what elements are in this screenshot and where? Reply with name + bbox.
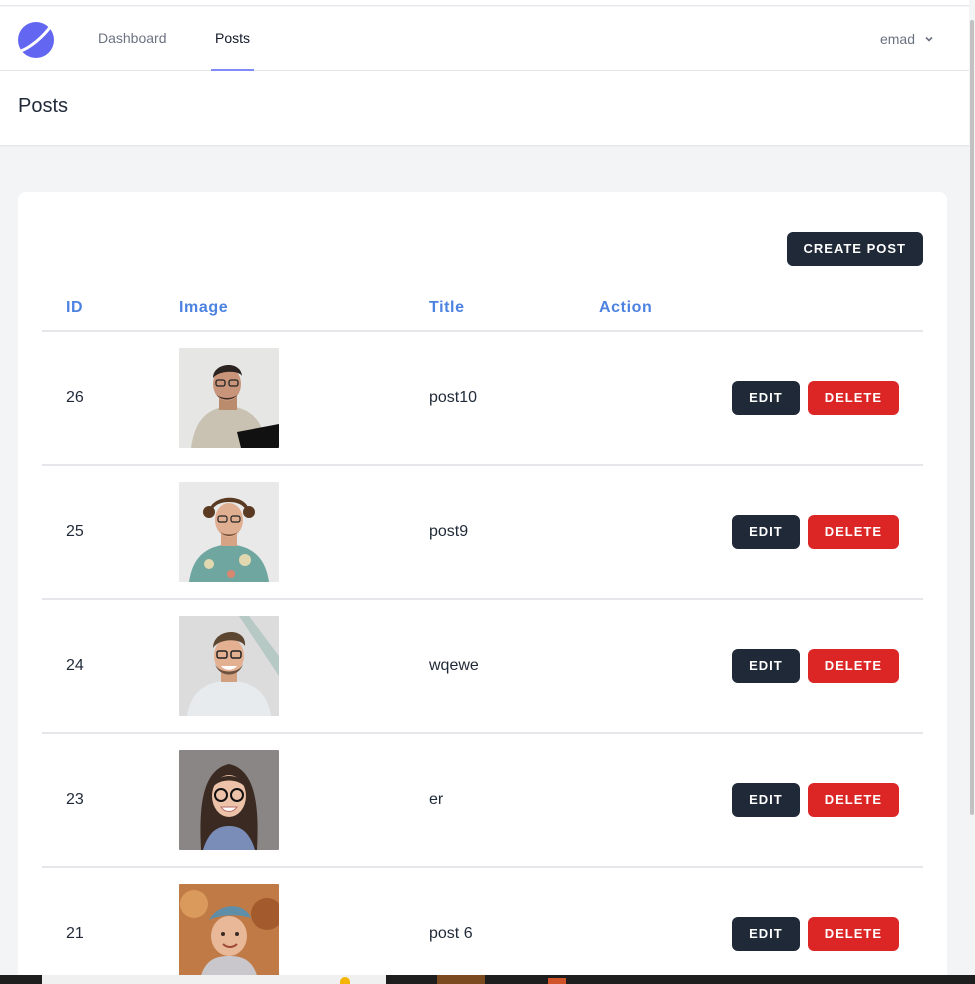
- delete-button[interactable]: DELETE: [807, 783, 899, 817]
- post-title: er: [429, 733, 599, 868]
- create-post-button[interactable]: CREATE POST: [786, 232, 923, 266]
- column-header-id: ID: [42, 286, 179, 332]
- app-logo-icon[interactable]: [17, 21, 55, 59]
- taskbar-search-icon: [340, 977, 350, 984]
- delete-button[interactable]: DELETE: [807, 649, 899, 683]
- column-header-title: Title: [429, 286, 599, 332]
- user-name: emad: [879, 31, 915, 47]
- os-taskbar: [0, 975, 975, 984]
- nav-link-posts[interactable]: Posts: [211, 7, 255, 71]
- post-id: 21: [42, 867, 179, 984]
- post-id: 24: [42, 599, 179, 734]
- delete-button[interactable]: DELETE: [807, 515, 899, 549]
- post-thumbnail: [179, 348, 279, 448]
- page-title: Posts: [18, 95, 69, 117]
- post-id: 23: [42, 733, 179, 868]
- edit-button[interactable]: EDIT: [732, 649, 800, 683]
- post-title: post9: [429, 465, 599, 600]
- taskbar-app-icon[interactable]: [437, 975, 485, 984]
- table-row: 25 post9 EDIT DELETE: [42, 465, 923, 600]
- post-thumbnail: [179, 750, 279, 850]
- post-thumbnail: [179, 482, 279, 582]
- post-title: post10: [429, 331, 599, 466]
- posts-table: ID Image Title Action 26 post10 EDIT DEL…: [42, 286, 923, 984]
- post-title: post 6: [429, 867, 599, 984]
- post-id: 25: [42, 465, 179, 600]
- posts-card: CREATE POST ID Image Title Action 26 pos…: [18, 192, 947, 984]
- table-row: 23 er EDIT DELETE: [42, 733, 923, 868]
- column-header-image: Image: [179, 286, 429, 332]
- column-header-action: Action: [599, 286, 923, 332]
- taskbar-app-icon[interactable]: [548, 978, 566, 984]
- post-title: wqewe: [429, 599, 599, 734]
- edit-button[interactable]: EDIT: [732, 515, 800, 549]
- page-header: Posts: [0, 71, 975, 145]
- delete-button[interactable]: DELETE: [807, 917, 899, 951]
- table-row: 24 wqewe EDIT DELETE: [42, 599, 923, 734]
- edit-button[interactable]: EDIT: [732, 917, 800, 951]
- table-row: 26 post10 EDIT DELETE: [42, 331, 923, 466]
- browser-top-edge: [0, 0, 975, 6]
- chevron-down-icon: [925, 36, 933, 42]
- user-menu[interactable]: emad: [880, 7, 935, 71]
- edit-button[interactable]: EDIT: [732, 783, 800, 817]
- post-id: 26: [42, 331, 179, 466]
- table-row: 21 post 6 EDIT DELETE: [42, 867, 923, 984]
- post-thumbnail: [179, 616, 279, 716]
- nav-link-dashboard[interactable]: Dashboard: [98, 7, 167, 71]
- taskbar-search-box[interactable]: [42, 975, 386, 984]
- top-navbar: Dashboard Posts emad: [0, 7, 975, 71]
- post-thumbnail: [179, 884, 279, 984]
- table-header-row: ID Image Title Action: [42, 286, 923, 332]
- scrollbar-thumb[interactable]: [970, 20, 974, 815]
- page-scrollbar[interactable]: [969, 0, 975, 975]
- delete-button[interactable]: DELETE: [807, 381, 899, 415]
- edit-button[interactable]: EDIT: [732, 381, 800, 415]
